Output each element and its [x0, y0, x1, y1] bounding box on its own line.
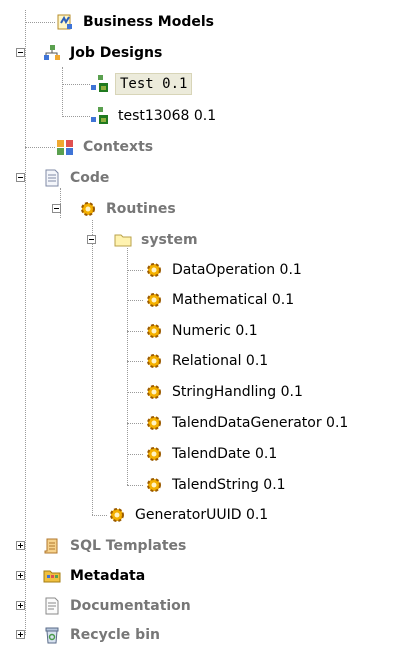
repository-tree: Business Models Job Designs Test 0.1 tes…	[0, 0, 403, 650]
contexts-icon	[55, 137, 75, 157]
tree-node-job-test13068[interactable]: test13068 0.1	[90, 104, 219, 128]
tree-node-routine-dataoperation[interactable]: DataOperation 0.1	[144, 258, 305, 282]
tree-node-label: TalendDataGenerator 0.1	[172, 415, 349, 431]
tree-node-label: Code	[70, 170, 110, 186]
tree-guide	[127, 300, 143, 301]
tree-node-routines[interactable]: Routines	[78, 197, 179, 221]
tree-node-documentation[interactable]: Documentation	[42, 594, 194, 618]
recycle-bin-icon	[42, 625, 62, 645]
tree-node-label: Numeric 0.1	[172, 323, 258, 339]
tree-node-label: StringHandling 0.1	[172, 384, 303, 400]
expand-toggle[interactable]	[16, 571, 25, 580]
tree-guide	[25, 22, 55, 23]
collapse-toggle[interactable]	[87, 235, 96, 244]
tree-guide	[62, 116, 90, 117]
tree-node-label: Routines	[106, 201, 176, 217]
routine-gear-icon	[107, 505, 127, 525]
tree-node-routine-numeric[interactable]: Numeric 0.1	[144, 319, 261, 343]
tree-node-label: TalendDate 0.1	[172, 446, 278, 462]
tree-node-metadata[interactable]: Metadata	[42, 564, 148, 588]
tree-node-contexts[interactable]: Contexts	[55, 135, 156, 159]
expand-toggle[interactable]	[16, 541, 25, 550]
tree-guide	[127, 248, 128, 485]
routine-gear-icon	[144, 382, 164, 402]
tree-node-routine-talenddatagenerator[interactable]: TalendDataGenerator 0.1	[144, 411, 351, 435]
tree-node-routine-generatoruuid[interactable]: GeneratorUUID 0.1	[107, 503, 271, 527]
collapse-toggle[interactable]	[52, 204, 61, 213]
routine-gear-icon	[144, 260, 164, 280]
tree-node-label: Mathematical 0.1	[172, 292, 295, 308]
metadata-icon	[42, 566, 62, 586]
job-designs-icon	[42, 43, 62, 63]
tree-guide	[127, 331, 143, 332]
tree-node-label: DataOperation 0.1	[172, 262, 302, 278]
tree-node-label: Business Models	[83, 14, 214, 30]
tree-node-sql-templates[interactable]: SQL Templates	[42, 534, 189, 558]
tree-guide	[127, 361, 143, 362]
documentation-icon	[42, 596, 62, 616]
routine-gear-icon	[144, 351, 164, 371]
tree-node-label: Metadata	[70, 568, 146, 584]
routine-gear-icon	[144, 290, 164, 310]
expand-toggle[interactable]	[16, 601, 25, 610]
code-file-icon	[42, 168, 62, 188]
tree-guide	[25, 147, 55, 148]
tree-node-label: Recycle bin	[70, 627, 160, 643]
tree-node-routine-talenddate[interactable]: TalendDate 0.1	[144, 442, 280, 466]
tree-guide	[92, 220, 93, 515]
collapse-toggle[interactable]	[16, 173, 25, 182]
tree-node-label: Relational 0.1	[172, 353, 269, 369]
tree-guide	[127, 454, 143, 455]
tree-node-label: test13068 0.1	[118, 108, 217, 124]
tree-node-business-models[interactable]: Business Models	[55, 10, 217, 34]
tree-node-routine-stringhandling[interactable]: StringHandling 0.1	[144, 380, 306, 404]
tree-node-recycle-bin[interactable]: Recycle bin	[42, 623, 163, 647]
tree-guide	[127, 485, 143, 486]
business-model-icon	[55, 12, 75, 32]
tree-guide	[62, 84, 90, 85]
folder-icon	[113, 230, 133, 250]
routine-gear-icon	[144, 475, 164, 495]
tree-node-label: Test 0.1	[115, 73, 193, 95]
collapse-toggle[interactable]	[16, 48, 25, 57]
sql-template-icon	[42, 536, 62, 556]
tree-node-job-designs[interactable]: Job Designs	[42, 41, 165, 65]
job-icon	[90, 74, 110, 94]
tree-node-system-folder[interactable]: system	[113, 228, 201, 252]
tree-node-routine-relational[interactable]: Relational 0.1	[144, 349, 271, 373]
tree-guide	[92, 515, 107, 516]
tree-node-label: Job Designs	[70, 45, 163, 61]
tree-node-label: SQL Templates	[70, 538, 187, 554]
expand-toggle[interactable]	[16, 630, 25, 639]
tree-node-label: Documentation	[70, 598, 191, 614]
job-icon	[90, 106, 110, 126]
tree-guide	[127, 270, 143, 271]
routine-gear-icon	[144, 444, 164, 464]
routine-gear-icon	[144, 413, 164, 433]
tree-node-routine-mathematical[interactable]: Mathematical 0.1	[144, 288, 297, 312]
routine-gear-icon	[144, 321, 164, 341]
tree-guide	[60, 188, 61, 218]
tree-node-label: GeneratorUUID 0.1	[135, 507, 269, 523]
tree-node-job-test[interactable]: Test 0.1	[90, 72, 193, 96]
tree-guide	[127, 423, 143, 424]
tree-node-code[interactable]: Code	[42, 166, 112, 190]
tree-node-label: Contexts	[83, 139, 154, 155]
tree-node-routine-talendstring[interactable]: TalendString 0.1	[144, 473, 289, 497]
tree-node-label: TalendString 0.1	[172, 477, 286, 493]
routine-gear-icon	[78, 199, 98, 219]
tree-guide	[127, 392, 143, 393]
tree-node-label: system	[141, 232, 198, 248]
tree-guide	[62, 67, 63, 117]
tree-guide	[25, 10, 26, 635]
